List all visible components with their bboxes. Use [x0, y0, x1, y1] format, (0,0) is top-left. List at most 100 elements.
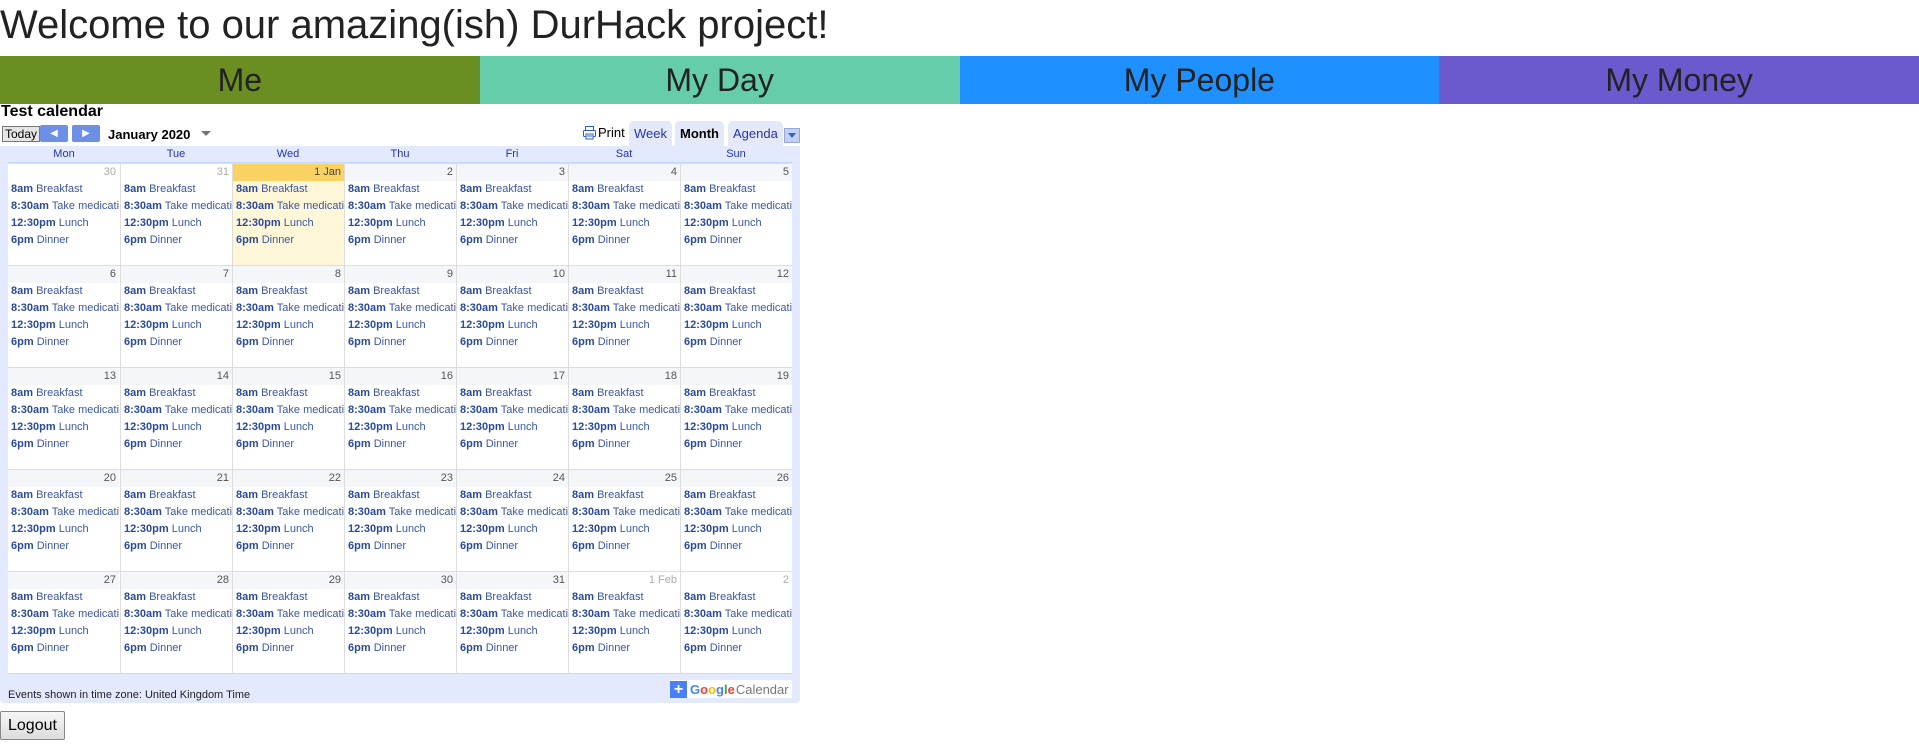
calendar-event[interactable]: 6pm Dinner: [569, 640, 680, 657]
day-number[interactable]: 1 Jan: [233, 164, 344, 181]
view-tab-month[interactable]: Month: [675, 121, 724, 146]
day-cell[interactable]: 188am Breakfast8:30am Take medication12:…: [568, 368, 680, 470]
tab-me[interactable]: Me: [0, 56, 480, 104]
calendar-event[interactable]: 8:30am Take medication: [8, 300, 119, 317]
calendar-event[interactable]: 6pm Dinner: [345, 436, 456, 453]
day-number[interactable]: 19: [681, 368, 792, 385]
calendar-event[interactable]: 6pm Dinner: [121, 640, 232, 657]
calendar-event[interactable]: 12:30pm Lunch: [569, 623, 680, 640]
day-cell[interactable]: 1 Jan8am Breakfast8:30am Take medication…: [232, 164, 344, 266]
day-number[interactable]: 28: [121, 572, 232, 589]
calendar-event[interactable]: 8:30am Take medication: [569, 198, 680, 215]
day-number[interactable]: 4: [569, 164, 680, 181]
calendar-event[interactable]: 8am Breakfast: [233, 181, 344, 198]
day-number[interactable]: 2: [345, 164, 456, 181]
calendar-event[interactable]: 12:30pm Lunch: [681, 215, 792, 232]
calendar-event[interactable]: 8am Breakfast: [457, 487, 568, 504]
day-cell[interactable]: 228am Breakfast8:30am Take medication12:…: [232, 470, 344, 572]
day-cell[interactable]: 88am Breakfast8:30am Take medication12:3…: [232, 266, 344, 368]
day-number[interactable]: 1 Feb: [569, 572, 680, 589]
day-number[interactable]: 8: [233, 266, 344, 283]
calendar-event[interactable]: 8am Breakfast: [8, 385, 119, 402]
day-cell[interactable]: 98am Breakfast8:30am Take medication12:3…: [344, 266, 456, 368]
calendar-event[interactable]: 8am Breakfast: [457, 283, 568, 300]
calendar-event[interactable]: 8:30am Take medication: [8, 606, 119, 623]
calendar-event[interactable]: 8am Breakfast: [569, 283, 680, 300]
day-number[interactable]: 24: [457, 470, 568, 487]
calendar-event[interactable]: 6pm Dinner: [121, 538, 232, 555]
view-tab-week[interactable]: Week: [629, 121, 672, 146]
calendar-event[interactable]: 6pm Dinner: [681, 334, 792, 351]
calendar-event[interactable]: 12:30pm Lunch: [8, 521, 119, 538]
calendar-event[interactable]: 8am Breakfast: [569, 385, 680, 402]
calendar-event[interactable]: 8:30am Take medication: [345, 402, 456, 419]
calendar-event[interactable]: 8am Breakfast: [569, 589, 680, 606]
calendar-event[interactable]: 8:30am Take medication: [233, 606, 344, 623]
calendar-event[interactable]: 8am Breakfast: [233, 283, 344, 300]
calendar-event[interactable]: 8am Breakfast: [681, 589, 792, 606]
calendar-event[interactable]: 8:30am Take medication: [569, 300, 680, 317]
calendar-event[interactable]: 12:30pm Lunch: [569, 215, 680, 232]
calendar-event[interactable]: 12:30pm Lunch: [345, 317, 456, 334]
calendar-event[interactable]: 12:30pm Lunch: [121, 623, 232, 640]
calendar-event[interactable]: 12:30pm Lunch: [345, 215, 456, 232]
calendar-event[interactable]: 8am Breakfast: [121, 589, 232, 606]
day-number[interactable]: 18: [569, 368, 680, 385]
day-cell[interactable]: 168am Breakfast8:30am Take medication12:…: [344, 368, 456, 470]
calendar-event[interactable]: 12:30pm Lunch: [8, 419, 119, 436]
calendar-event[interactable]: 6pm Dinner: [569, 538, 680, 555]
calendar-event[interactable]: 8am Breakfast: [457, 589, 568, 606]
calendar-event[interactable]: 6pm Dinner: [569, 436, 680, 453]
calendar-event[interactable]: 8am Breakfast: [681, 283, 792, 300]
calendar-event[interactable]: 8:30am Take medication: [345, 300, 456, 317]
calendar-event[interactable]: 8am Breakfast: [681, 385, 792, 402]
day-cell[interactable]: 148am Breakfast8:30am Take medication12:…: [120, 368, 232, 470]
day-number[interactable]: 27: [8, 572, 119, 589]
calendar-event[interactable]: 8:30am Take medication: [233, 504, 344, 521]
calendar-event[interactable]: 12:30pm Lunch: [233, 419, 344, 436]
calendar-event[interactable]: 12:30pm Lunch: [121, 317, 232, 334]
calendar-event[interactable]: 12:30pm Lunch: [457, 419, 568, 436]
day-cell[interactable]: 128am Breakfast8:30am Take medication12:…: [680, 266, 792, 368]
calendar-event[interactable]: 12:30pm Lunch: [121, 419, 232, 436]
calendar-event[interactable]: 6pm Dinner: [457, 538, 568, 555]
day-number[interactable]: 13: [8, 368, 119, 385]
day-number[interactable]: 22: [233, 470, 344, 487]
calendar-event[interactable]: 8:30am Take medication: [121, 606, 232, 623]
day-cell[interactable]: 78am Breakfast8:30am Take medication12:3…: [120, 266, 232, 368]
day-cell[interactable]: 198am Breakfast8:30am Take medication12:…: [680, 368, 792, 470]
day-cell[interactable]: 138am Breakfast8:30am Take medication12:…: [8, 368, 119, 470]
day-cell[interactable]: 118am Breakfast8:30am Take medication12:…: [568, 266, 680, 368]
calendar-event[interactable]: 12:30pm Lunch: [457, 215, 568, 232]
next-month-button[interactable]: ▶: [72, 125, 100, 142]
tab-my-people[interactable]: My People: [959, 56, 1440, 104]
calendar-event[interactable]: 8:30am Take medication: [345, 606, 456, 623]
calendar-event[interactable]: 6pm Dinner: [457, 640, 568, 657]
calendar-event[interactable]: 8:30am Take medication: [457, 198, 568, 215]
calendar-event[interactable]: 8:30am Take medication: [681, 300, 792, 317]
day-cell[interactable]: 68am Breakfast8:30am Take medication12:3…: [8, 266, 119, 368]
calendar-event[interactable]: 8:30am Take medication: [345, 504, 456, 521]
calendar-event[interactable]: 6pm Dinner: [121, 436, 232, 453]
calendar-event[interactable]: 8am Breakfast: [345, 283, 456, 300]
calendar-event[interactable]: 12:30pm Lunch: [121, 215, 232, 232]
day-cell[interactable]: 318am Breakfast8:30am Take medication12:…: [120, 164, 232, 266]
calendar-event[interactable]: 8am Breakfast: [121, 385, 232, 402]
day-cell[interactable]: 28am Breakfast8:30am Take medication12:3…: [680, 572, 792, 674]
day-number[interactable]: 21: [121, 470, 232, 487]
calendar-event[interactable]: 8:30am Take medication: [681, 198, 792, 215]
day-cell[interactable]: 308am Breakfast8:30am Take medication12:…: [8, 164, 119, 266]
day-number[interactable]: 7: [121, 266, 232, 283]
day-cell[interactable]: 108am Breakfast8:30am Take medication12:…: [456, 266, 568, 368]
calendar-event[interactable]: 8am Breakfast: [233, 487, 344, 504]
calendar-event[interactable]: 8am Breakfast: [233, 385, 344, 402]
calendar-event[interactable]: 8am Breakfast: [8, 487, 119, 504]
calendar-event[interactable]: 12:30pm Lunch: [8, 215, 119, 232]
calendar-event[interactable]: 6pm Dinner: [233, 538, 344, 555]
calendar-event[interactable]: 8am Breakfast: [681, 487, 792, 504]
tab-my-money[interactable]: My Money: [1439, 56, 1919, 104]
day-number[interactable]: 30: [345, 572, 456, 589]
day-cell[interactable]: 48am Breakfast8:30am Take medication12:3…: [568, 164, 680, 266]
calendar-event[interactable]: 12:30pm Lunch: [681, 317, 792, 334]
calendar-event[interactable]: 8am Breakfast: [121, 181, 232, 198]
